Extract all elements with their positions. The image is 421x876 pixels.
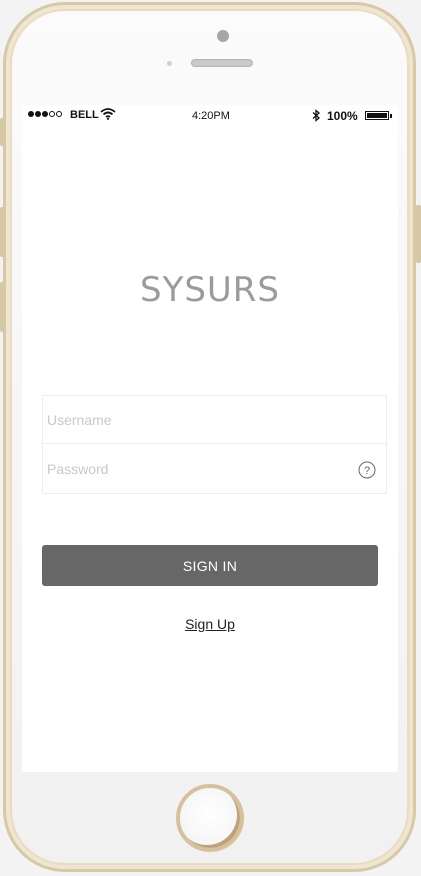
battery-tip [390,114,392,118]
volume-up-button [0,207,5,257]
question-circle-icon[interactable]: ? [358,461,376,479]
wifi-icon [100,108,116,120]
phone-screen: BELL 4:20PM 100% SYSURS ? SIGN IN Sign U… [22,105,398,772]
app-title: SYSURS [139,270,281,310]
battery-percentage: 100% [327,109,358,123]
front-camera [217,30,229,42]
status-bar: BELL 4:20PM 100% [22,105,398,127]
proximity-sensor [167,61,172,66]
carrier-name: BELL [70,109,99,121]
mute-switch [0,118,5,146]
home-button[interactable] [176,784,244,852]
sign-up-link[interactable]: Sign Up [22,616,398,632]
power-button [416,205,421,263]
volume-down-button [0,282,5,332]
sign-in-button[interactable]: SIGN IN [42,545,378,586]
earpiece-speaker [191,59,253,67]
status-time: 4:20PM [192,110,230,122]
login-form: ? [42,395,387,494]
signal-strength-icon [28,111,62,117]
svg-text:?: ? [364,465,370,477]
password-input[interactable] [43,445,386,493]
bluetooth-icon [312,109,320,122]
username-input[interactable] [43,396,386,444]
battery-icon [365,111,389,120]
